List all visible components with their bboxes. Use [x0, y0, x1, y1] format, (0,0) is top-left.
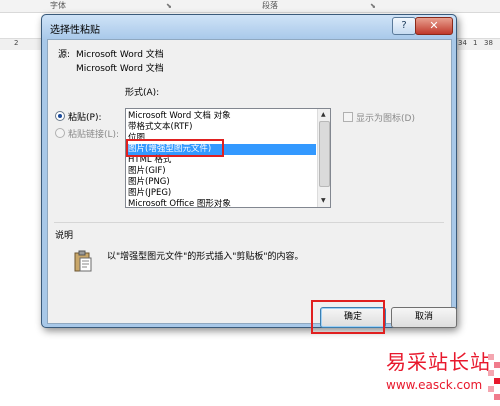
paste-radio-label[interactable]: 粘贴(P): [68, 110, 101, 123]
paste-link-radio[interactable] [55, 128, 65, 138]
format-option[interactable]: Microsoft Office 图形对象 [128, 199, 316, 207]
highlight-box-ok [311, 300, 385, 334]
font-dialog-launcher-icon[interactable]: ⬊ [166, 2, 172, 10]
scroll-thumb[interactable] [319, 121, 330, 187]
source-line-2: Microsoft Word 文档 [76, 64, 164, 74]
font-group-label: 字体 [50, 1, 66, 10]
source-line-1: Microsoft Word 文档 [76, 50, 164, 60]
watermark-url: www.easck.com [386, 378, 483, 392]
source-label: 源: [58, 50, 71, 60]
format-option[interactable]: 图片(PNG) [128, 177, 316, 188]
cancel-button[interactable]: 取消 [391, 307, 457, 328]
listbox-scrollbar[interactable]: ▲ ▼ [317, 109, 330, 207]
display-as-icon-checkbox[interactable] [343, 112, 353, 122]
paste-link-radio-label[interactable]: 粘贴链接(L): [68, 127, 119, 140]
paste-radio[interactable] [55, 111, 65, 121]
paste-special-dialog: 选择性粘贴 ? ✕ 源: Microsoft Word 文档 Microsoft… [41, 14, 457, 334]
close-button[interactable]: ✕ [415, 17, 453, 35]
watermark-logo-icon [470, 352, 500, 402]
ruler-mark: 1 [473, 39, 478, 47]
highlight-box-selected-format [126, 139, 224, 157]
display-as-icon-label[interactable]: 显示为图标(D) [356, 111, 415, 124]
dialog-title: 选择性粘贴 [50, 25, 100, 36]
divider [54, 222, 444, 223]
format-option[interactable]: 图片(GIF) [128, 166, 316, 177]
ruler-mark: 38 [484, 39, 493, 47]
ribbon-bar: 字体 ⬊ 段落 ⬊ [0, 0, 500, 13]
format-listbox[interactable]: Microsoft Word 文档 对象 带格式文本(RTF) 位图 图片(增强… [125, 108, 331, 208]
clipboard-icon [73, 250, 93, 272]
dialog-titlebar[interactable]: 选择性粘贴 ? ✕ [42, 15, 456, 39]
format-label: 形式(A): [125, 88, 160, 98]
help-button[interactable]: ? [392, 17, 416, 35]
format-option[interactable]: Microsoft Word 文档 对象 [128, 111, 316, 122]
format-option[interactable]: 图片(JPEG) [128, 188, 316, 199]
format-option[interactable]: 带格式文本(RTF) [128, 122, 316, 133]
paragraph-dialog-launcher-icon[interactable]: ⬊ [370, 2, 376, 10]
scroll-up-icon[interactable]: ▲ [321, 111, 326, 118]
ruler-mark: 2 [14, 39, 19, 47]
description-text: 以"增强型图元文件"的形式插入"剪贴板"的内容。 [107, 252, 304, 262]
paragraph-group-label: 段落 [262, 1, 278, 10]
description-label: 说明 [55, 231, 74, 241]
ruler-mark: 34 [458, 39, 467, 47]
scroll-down-icon[interactable]: ▼ [321, 197, 326, 204]
dialog-body: 源: Microsoft Word 文档 Microsoft Word 文档 形… [47, 39, 457, 334]
